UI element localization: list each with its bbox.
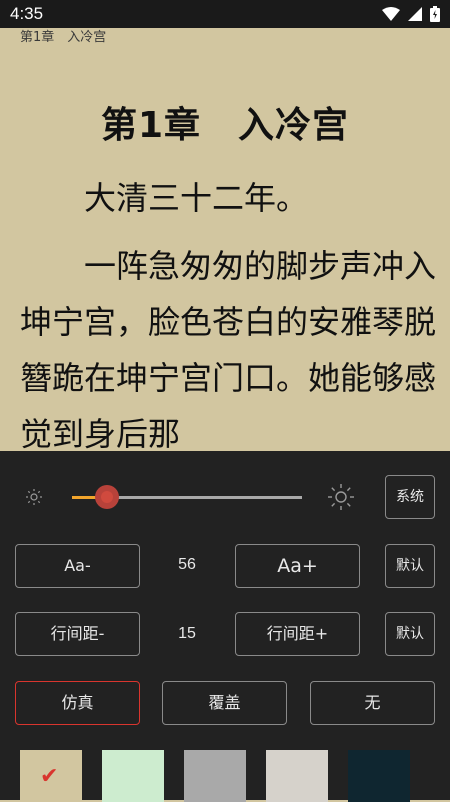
check-icon: ✔ <box>40 764 59 789</box>
status-icons <box>382 6 440 22</box>
brightness-slider-thumb[interactable] <box>94 485 119 509</box>
theme-swatch-light[interactable] <box>266 750 328 802</box>
reader-settings-panel: 系统 Aa- 56 Aa+ 默认 行间距- 15 行间距+ 默认 仿真 覆盖 无… <box>0 451 450 802</box>
font-decrease-label: Aa- <box>64 556 91 575</box>
font-default-button[interactable]: 默认 <box>385 544 435 588</box>
font-increase-label: Aa+ <box>277 555 318 577</box>
line-spacing-value: 15 <box>178 625 196 642</box>
page-turn-cover-button[interactable]: 覆盖 <box>162 681 287 725</box>
paragraph: 大清三十二年。 <box>20 179 309 217</box>
system-brightness-button[interactable]: 系统 <box>385 475 435 519</box>
system-brightness-label: 系统 <box>396 489 424 505</box>
line-spacing-default-label: 默认 <box>396 626 424 642</box>
page-turn-none-label: 无 <box>364 693 381 712</box>
font-size-value: 56 <box>178 556 196 573</box>
page-turn-simulation-button[interactable]: 仿真 <box>15 681 140 725</box>
battery-icon <box>430 6 440 22</box>
line-spacing-increase-button[interactable]: 行间距+ <box>235 612 360 656</box>
line-spacing-increase-label: 行间距+ <box>266 624 329 643</box>
status-time: 4:35 <box>10 4 44 23</box>
paragraph: 一阵急匆匆的脚步声冲入坤宁宫，脸色苍白的安雅琴脱簪跪在坤宁宫门口。她能够感觉到身… <box>20 247 437 451</box>
font-decrease-button[interactable]: Aa- <box>15 544 140 588</box>
page-turn-cover-label: 覆盖 <box>208 693 241 712</box>
chapter-header: 第1章 入冷宫 <box>20 30 107 45</box>
brightness-high-icon <box>328 484 354 510</box>
wifi-icon <box>382 7 400 21</box>
font-default-label: 默认 <box>396 558 424 574</box>
brightness-row: 系统 <box>0 475 450 519</box>
line-spacing-default-button[interactable]: 默认 <box>385 612 435 656</box>
page-turn-simulation-label: 仿真 <box>61 693 94 712</box>
chapter-title: 第1章 入冷宫 <box>100 105 350 146</box>
line-spacing-decrease-label: 行间距- <box>50 624 105 643</box>
signal-icon <box>408 7 422 21</box>
theme-swatch-green[interactable] <box>102 750 164 802</box>
theme-swatch-parchment[interactable]: ✔ <box>20 750 82 802</box>
theme-swatch-dark[interactable] <box>348 750 410 802</box>
page-turn-none-button[interactable]: 无 <box>310 681 435 725</box>
status-bar: 4:35 <box>0 0 450 28</box>
font-increase-button[interactable]: Aa+ <box>235 544 360 588</box>
reader-page[interactable]: 第1章 入冷宫 第1章 入冷宫 大清三十二年。 一阵急匆匆的脚步声冲入坤宁宫，脸… <box>0 28 450 451</box>
theme-swatch-gray[interactable] <box>184 750 246 802</box>
brightness-low-icon <box>26 489 42 505</box>
line-spacing-decrease-button[interactable]: 行间距- <box>15 612 140 656</box>
